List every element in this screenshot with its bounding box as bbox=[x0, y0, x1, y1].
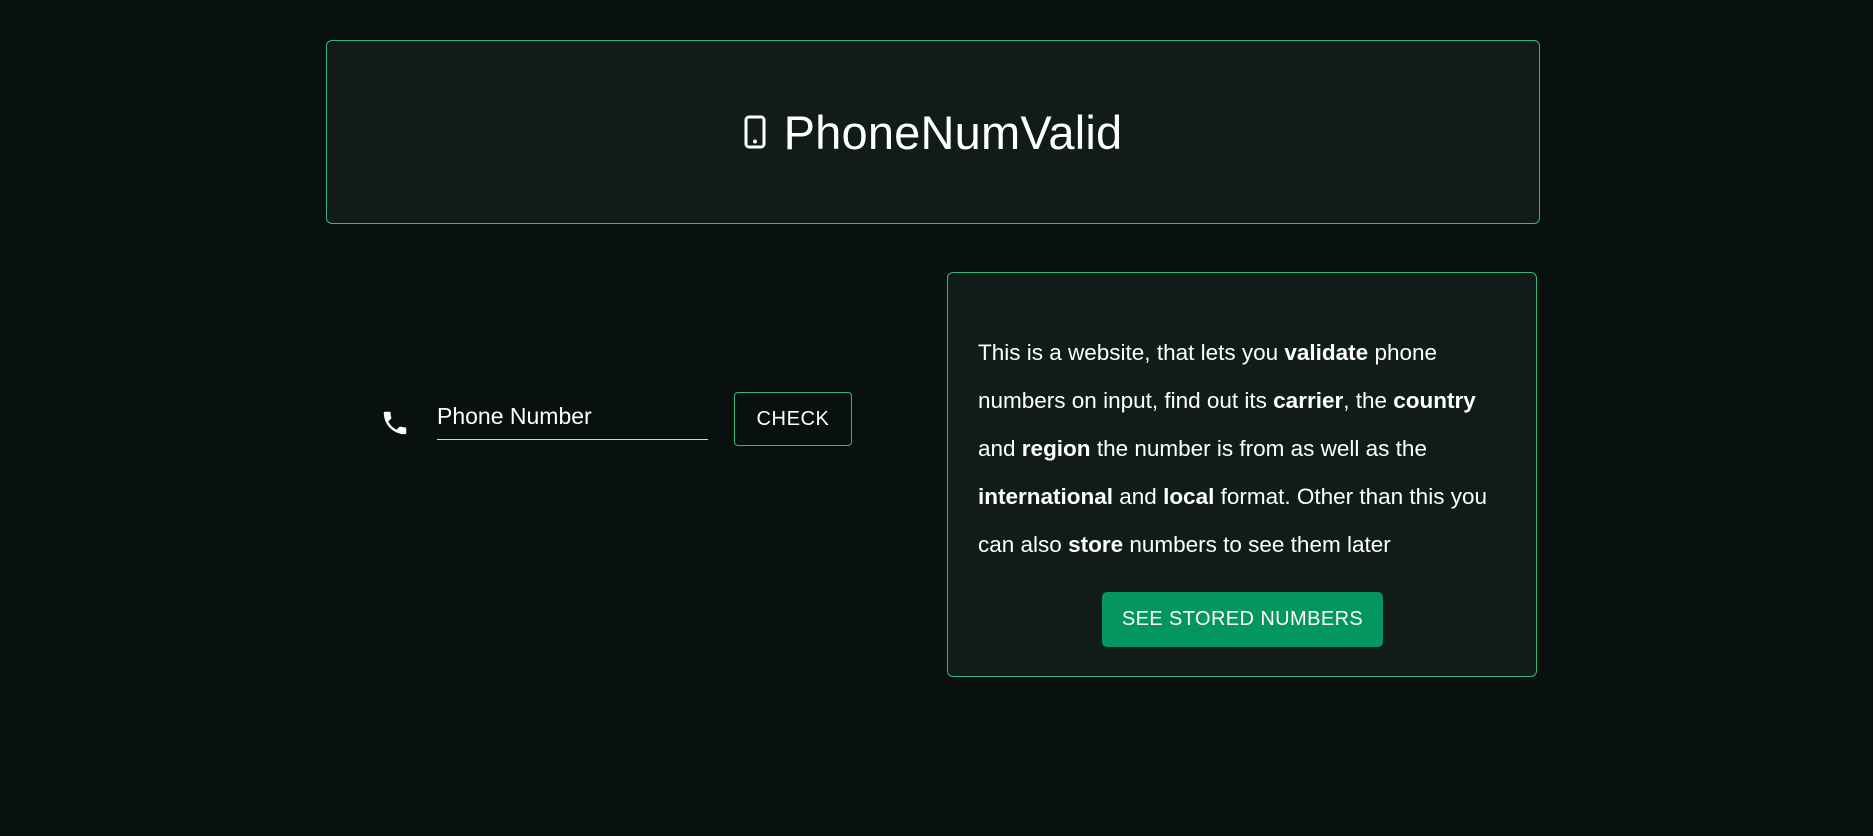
phone-number-field bbox=[437, 392, 708, 440]
info-keyword: store bbox=[1068, 532, 1124, 557]
info-keyword: international bbox=[978, 484, 1114, 509]
info-keyword: region bbox=[1021, 436, 1091, 461]
phone-number-input[interactable] bbox=[437, 392, 708, 439]
check-button[interactable]: CHECK bbox=[734, 392, 852, 446]
info-keyword: carrier bbox=[1273, 388, 1344, 413]
info-keyword: validate bbox=[1284, 340, 1369, 365]
phone-form: CHECK bbox=[378, 392, 852, 448]
app-title: PhoneNumValid bbox=[783, 105, 1123, 159]
info-text-segment: and bbox=[1113, 484, 1164, 509]
info-description: This is a website, that lets you validat… bbox=[978, 329, 1506, 569]
info-text-segment: numbers to see them later bbox=[1123, 532, 1391, 557]
header-card: PhoneNumValid bbox=[326, 40, 1540, 224]
info-text-segment: This is a website, that lets you bbox=[978, 340, 1285, 365]
smartphone-icon bbox=[744, 115, 766, 149]
info-card: This is a website, that lets you validat… bbox=[947, 272, 1537, 677]
phone-icon bbox=[378, 406, 412, 440]
see-stored-numbers-button[interactable]: SEE STORED NUMBERS bbox=[1102, 592, 1383, 647]
info-text-segment: the number is from as well as the bbox=[1090, 436, 1427, 461]
info-keyword: country bbox=[1393, 388, 1476, 413]
info-text-segment: and bbox=[978, 436, 1022, 461]
info-keyword: local bbox=[1163, 484, 1215, 509]
info-text-segment: , the bbox=[1343, 388, 1394, 413]
